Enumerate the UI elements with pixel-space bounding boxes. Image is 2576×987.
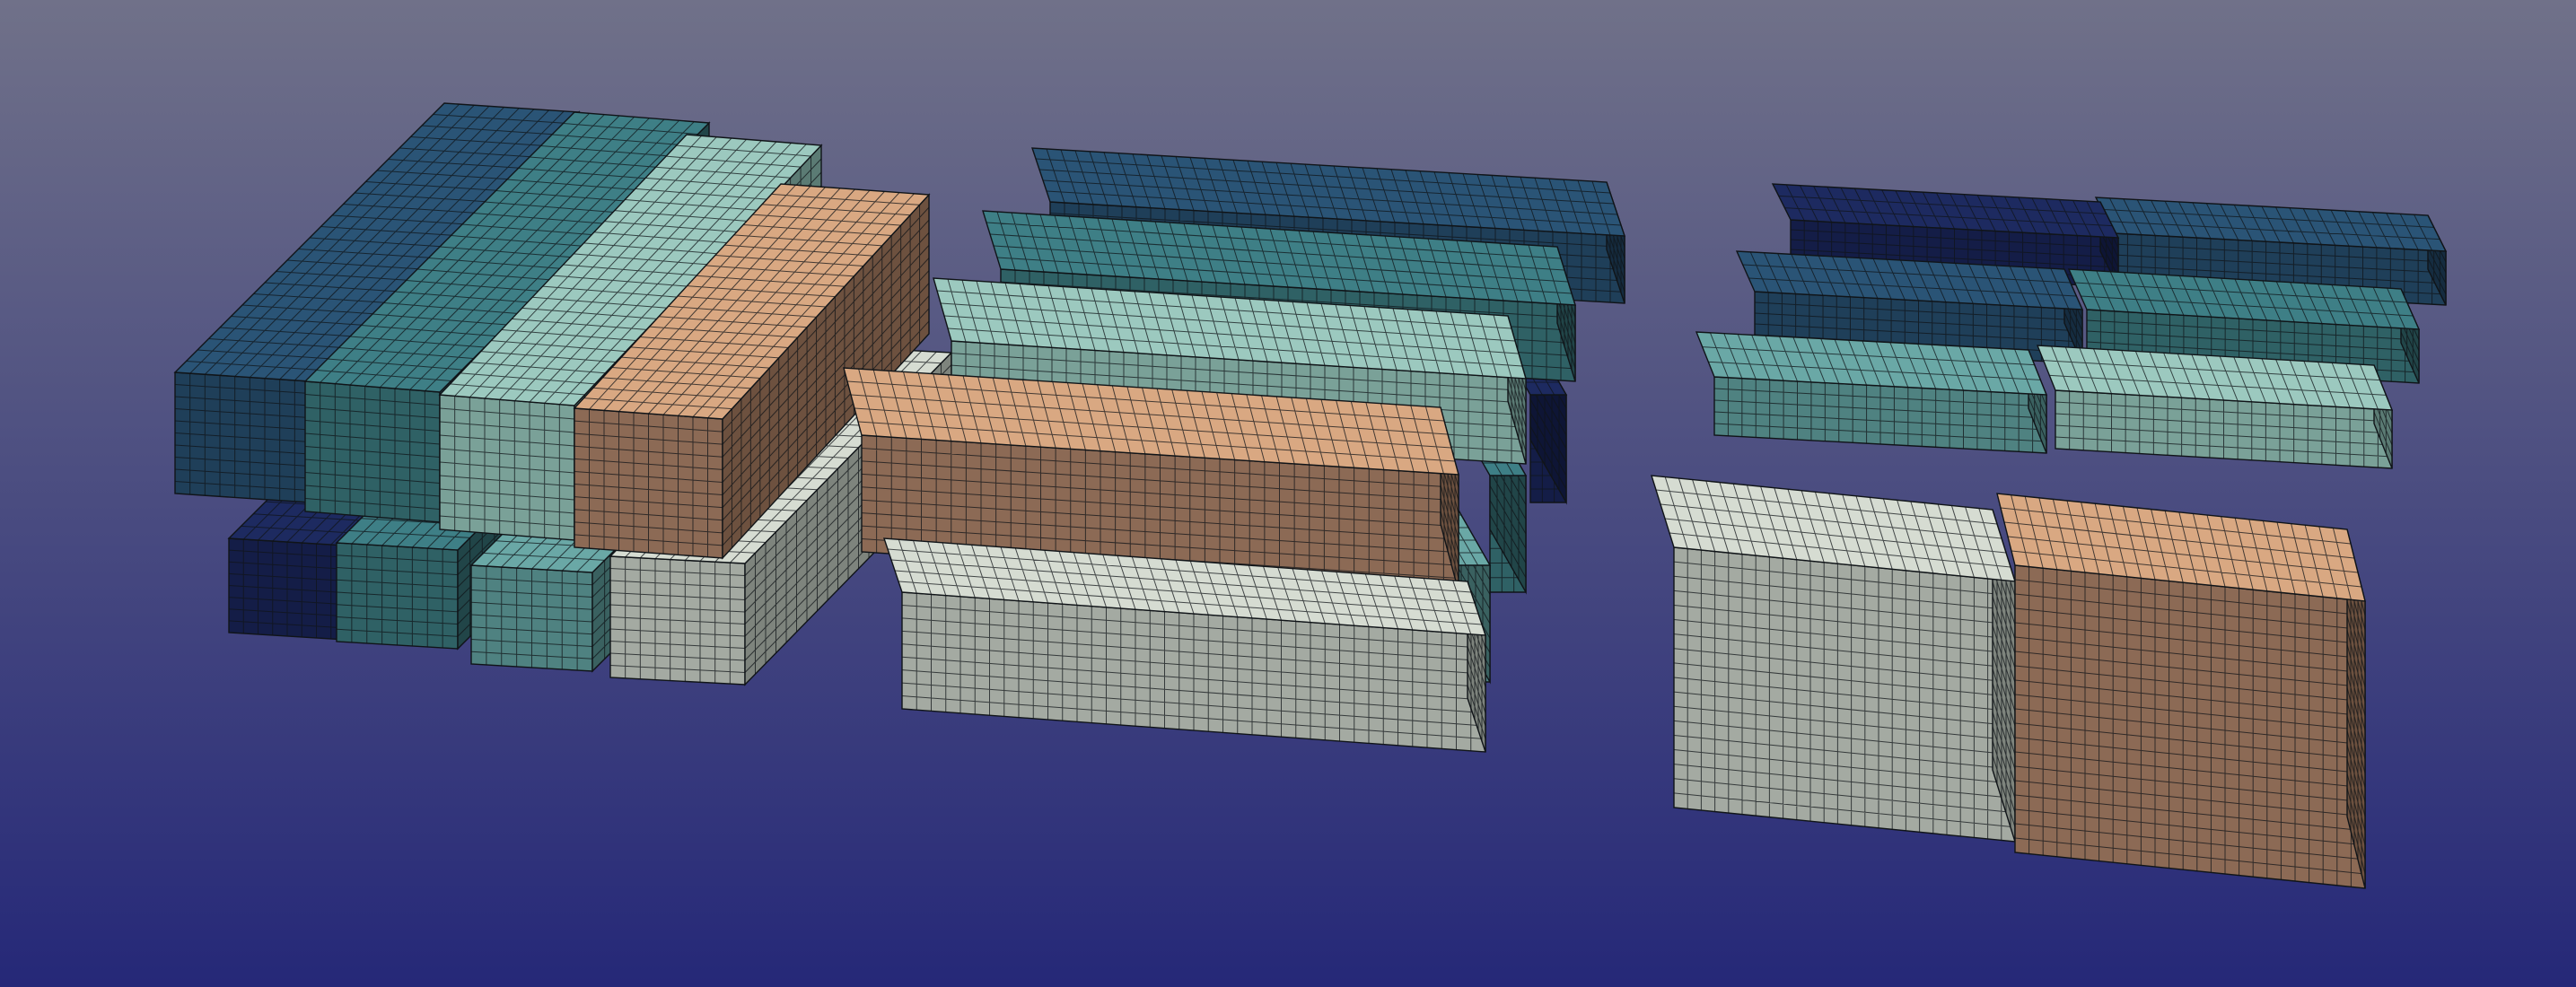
3d-viewport[interactable] xyxy=(0,0,2576,987)
right-front-block-a[interactable] xyxy=(1651,475,2016,843)
right-row3-block-b[interactable] xyxy=(2036,345,2394,469)
right-block-group[interactable] xyxy=(1651,183,2448,889)
right-row3-block-a[interactable] xyxy=(1695,331,2048,454)
right-front-block-b[interactable] xyxy=(1996,493,2366,889)
mesh-scene[interactable] xyxy=(0,0,2576,987)
